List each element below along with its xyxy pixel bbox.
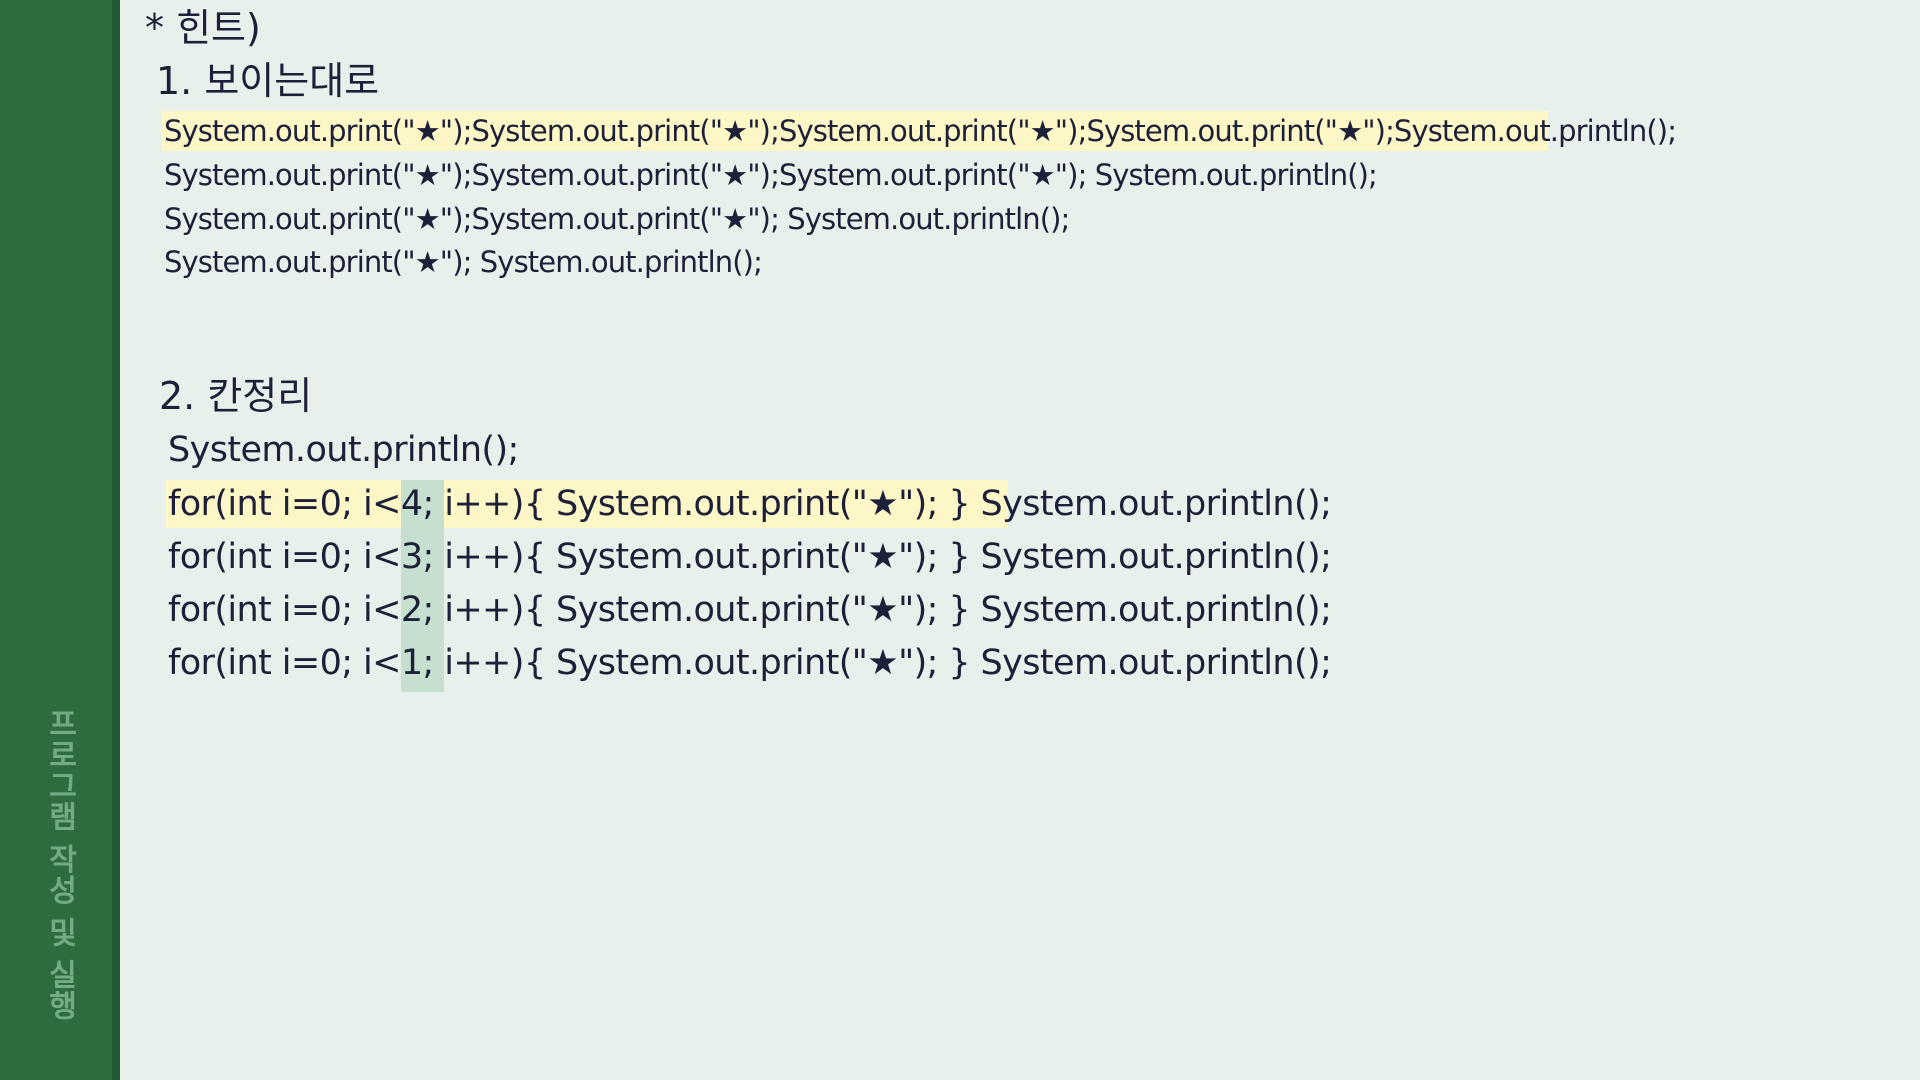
section1-line: System.out.print("★");System.out.print("… <box>164 114 1677 148</box>
sidebar-title: 프로그램 작성 및 실행 <box>42 708 77 1022</box>
section2-line: for(int i=0; i<3; i++){ System.out.print… <box>168 537 1332 577</box>
section1-line: System.out.print("★");System.out.print("… <box>164 202 1070 236</box>
hint-title: * 힌트) <box>145 6 261 50</box>
section1-line: System.out.print("★"); System.out.printl… <box>164 245 763 279</box>
sidebar-edge <box>112 0 120 1080</box>
section2-line: for(int i=0; i<1; i++){ System.out.print… <box>168 643 1332 683</box>
section2-line: for(int i=0; i<2; i++){ System.out.print… <box>168 590 1332 630</box>
section1-heading: 1. 보이는대로 <box>156 59 380 103</box>
section2-line: for(int i=0; i<4; i++){ System.out.print… <box>168 484 1332 524</box>
section2-heading: 2. 칸정리 <box>159 374 313 418</box>
section1-line: System.out.print("★");System.out.print("… <box>164 158 1378 192</box>
section2-line: System.out.println(); <box>168 430 519 470</box>
sidebar: 프로그램 작성 및 실행 <box>0 0 112 1080</box>
